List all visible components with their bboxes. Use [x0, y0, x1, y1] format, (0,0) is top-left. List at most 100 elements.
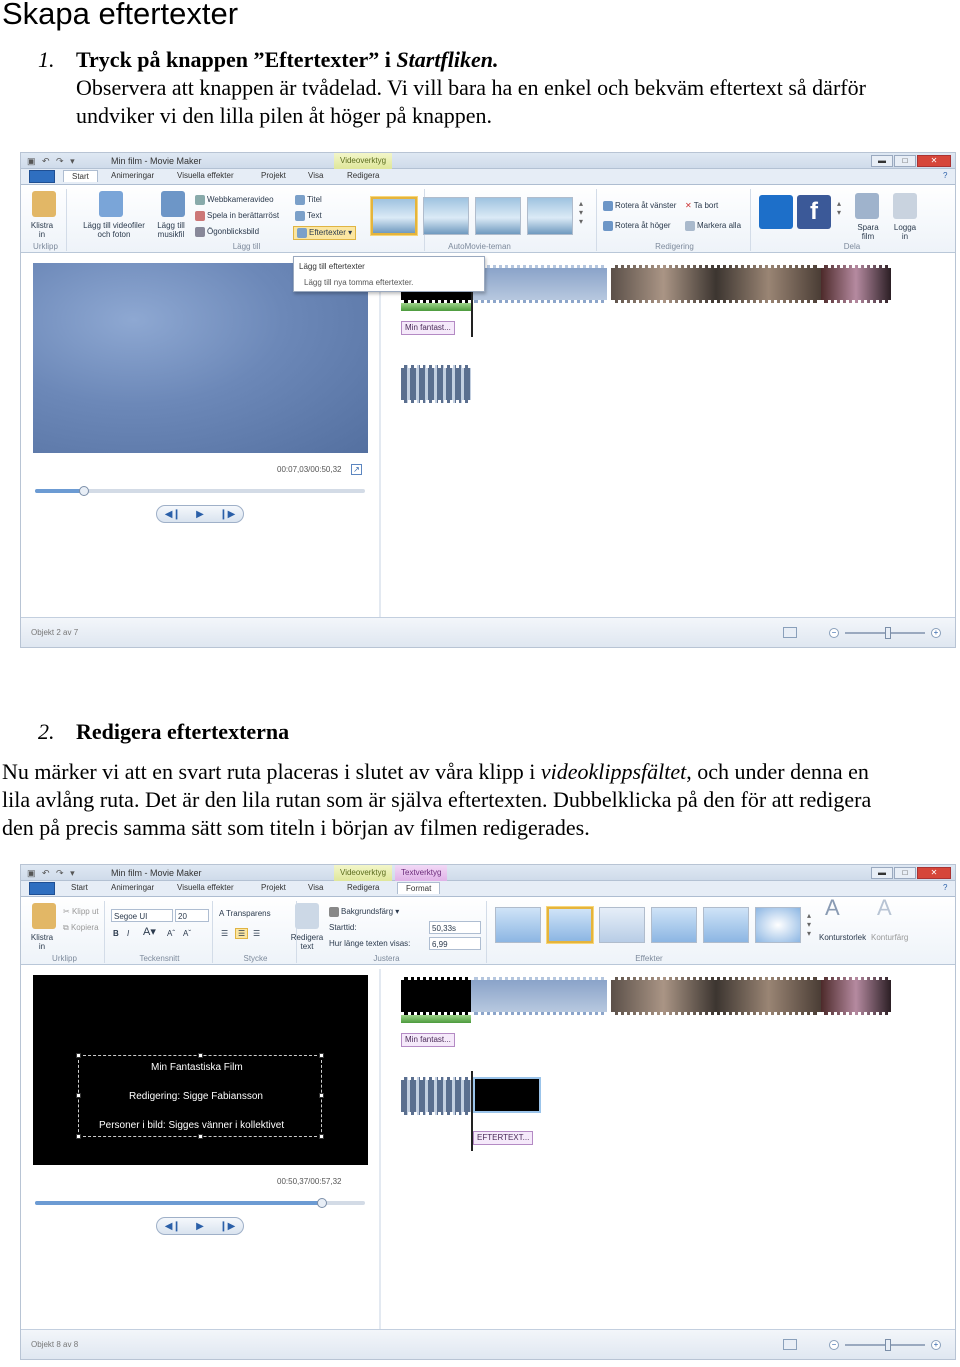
- zoom-out-icon[interactable]: −: [829, 1340, 839, 1350]
- theme-thumbnail[interactable]: [527, 197, 573, 235]
- title-caption-tag[interactable]: Min fantast...: [401, 1033, 455, 1047]
- add-video-button[interactable]: Lägg till videofiler och foton: [79, 221, 149, 239]
- thumbnail-size-icon[interactable]: [783, 627, 797, 638]
- save-movie-button[interactable]: Spara film: [853, 223, 883, 241]
- timeline-clip[interactable]: [821, 977, 891, 1015]
- tab-projekt[interactable]: Projekt: [261, 171, 286, 180]
- timeline-clip[interactable]: [401, 977, 471, 1015]
- tab-format[interactable]: Format: [397, 882, 441, 894]
- next-frame-icon[interactable]: ❙▶: [219, 1221, 235, 1232]
- video-preview[interactable]: Min Fantastiska Film Redigering: Sigge F…: [33, 975, 368, 1165]
- cut-button[interactable]: ✂ Klipp ut: [63, 907, 99, 916]
- next-frame-icon[interactable]: ❙▶: [219, 509, 235, 520]
- zoom-out-icon[interactable]: −: [829, 628, 839, 638]
- effect-thumbnail[interactable]: [755, 907, 801, 943]
- context-tab-textverktyg[interactable]: Textverktyg: [395, 865, 448, 881]
- title-button[interactable]: Titel: [295, 195, 322, 205]
- effect-thumbnail[interactable]: [599, 907, 645, 943]
- font-size-select[interactable]: 20: [175, 909, 209, 922]
- zoom-in-icon[interactable]: +: [931, 628, 941, 638]
- webcam-button[interactable]: Webbkameravideo: [195, 195, 274, 205]
- context-tab-videoverktyg[interactable]: Videoverktyg: [334, 153, 393, 169]
- timeline-clip[interactable]: [611, 265, 821, 303]
- theme-thumbnail[interactable]: [371, 197, 417, 235]
- tab-start[interactable]: Start: [63, 170, 98, 182]
- file-menu-button[interactable]: [29, 882, 55, 895]
- effect-thumbnail[interactable]: [547, 907, 593, 943]
- previous-frame-icon[interactable]: ◀❙: [165, 1221, 181, 1232]
- transparency-button[interactable]: A Transparens: [219, 909, 271, 918]
- effect-thumbnail[interactable]: [703, 907, 749, 943]
- start-time-input[interactable]: 50,33s: [429, 921, 481, 934]
- paste-button[interactable]: Klistra in: [29, 221, 55, 239]
- context-tab-videoverktyg[interactable]: Videoverktyg: [334, 865, 393, 881]
- scroll-themes-icon[interactable]: ▴ ▾ ▾: [579, 199, 583, 226]
- tab-projekt[interactable]: Projekt: [261, 883, 286, 892]
- credits-black-clip[interactable]: [473, 1077, 541, 1113]
- theme-thumbnail[interactable]: [423, 197, 469, 235]
- resize-handle[interactable]: [319, 1053, 324, 1058]
- align-left-button[interactable]: ☰: [221, 929, 228, 938]
- scroll-effects-icon[interactable]: ▴ ▾ ▾: [807, 911, 811, 938]
- timeline-clip[interactable]: [471, 977, 607, 1015]
- timeline-clip[interactable]: [611, 977, 821, 1015]
- tab-redigera[interactable]: Redigera: [347, 883, 379, 892]
- title-caption-tag[interactable]: Min fantast...: [401, 321, 455, 335]
- tab-visa[interactable]: Visa: [308, 883, 323, 892]
- timeline-clip[interactable]: [401, 365, 471, 403]
- resize-handle[interactable]: [76, 1134, 81, 1139]
- rotate-left-button[interactable]: Rotera åt vänster: [603, 201, 676, 211]
- background-color-button[interactable]: Bakgrundsfärg ▾: [329, 907, 399, 917]
- text-button[interactable]: Text: [295, 211, 322, 221]
- tab-animeringar[interactable]: Animeringar: [111, 883, 154, 892]
- font-color-button[interactable]: A▾: [143, 927, 156, 938]
- previous-frame-icon[interactable]: ◀❙: [165, 509, 181, 520]
- narration-button[interactable]: Spela in berättarröst: [195, 211, 279, 221]
- file-menu-button[interactable]: [29, 170, 55, 183]
- duration-select[interactable]: 6,99: [429, 937, 481, 950]
- resize-handle[interactable]: [319, 1093, 324, 1098]
- outline-size-button[interactable]: Konturstorlek: [819, 933, 866, 942]
- resize-handle[interactable]: [76, 1093, 81, 1098]
- share-more-icon[interactable]: ▴ ▾: [837, 199, 841, 217]
- zoom-slider-knob[interactable]: [885, 627, 891, 639]
- paste-button[interactable]: Klistra in: [29, 933, 55, 951]
- quick-access-toolbar[interactable]: ▣ ↶ ↷ ▾: [27, 156, 77, 167]
- resize-handle[interactable]: [319, 1134, 324, 1139]
- timeline-clip[interactable]: [471, 265, 607, 303]
- maximize-icon[interactable]: □: [894, 155, 916, 167]
- italic-button[interactable]: I: [127, 929, 129, 938]
- remove-button[interactable]: ✕ Ta bort: [685, 201, 718, 210]
- resize-handle[interactable]: [198, 1134, 203, 1139]
- copy-button[interactable]: ⧉ Kopiera: [63, 923, 99, 932]
- zoom-in-icon[interactable]: +: [931, 1340, 941, 1350]
- tab-visa[interactable]: Visa: [308, 171, 323, 180]
- timeline-clip[interactable]: [401, 1077, 471, 1115]
- play-icon[interactable]: ▶: [196, 509, 204, 520]
- add-empty-credits-item[interactable]: Lägg till nya tomma eftertexter.: [304, 278, 413, 287]
- help-icon[interactable]: ?: [943, 883, 947, 892]
- close-icon[interactable]: ✕: [917, 867, 951, 879]
- align-right-button[interactable]: ☰: [253, 929, 260, 938]
- expand-preview-icon[interactable]: ↗: [351, 464, 362, 475]
- outline-color-button[interactable]: Konturfärg: [871, 933, 908, 942]
- timeline-clip[interactable]: [821, 265, 891, 303]
- play-icon[interactable]: ▶: [196, 1221, 204, 1232]
- seek-bar[interactable]: [35, 486, 365, 496]
- bold-button[interactable]: B: [113, 929, 119, 938]
- zoom-slider-knob[interactable]: [885, 1339, 891, 1351]
- effect-thumbnail[interactable]: [651, 907, 697, 943]
- tab-visuella-effekter[interactable]: Visuella effekter: [177, 883, 234, 892]
- tab-animeringar[interactable]: Animeringar: [111, 171, 154, 180]
- tab-redigera[interactable]: Redigera: [347, 171, 379, 180]
- shrink-font-button[interactable]: Aˇ: [183, 929, 191, 938]
- help-icon[interactable]: ?: [943, 171, 947, 180]
- close-icon[interactable]: ✕: [917, 155, 951, 167]
- minimize-icon[interactable]: ▬: [871, 867, 893, 879]
- quick-access-toolbar[interactable]: ▣ ↶ ↷ ▾: [27, 868, 77, 879]
- seek-bar[interactable]: [35, 1198, 365, 1208]
- tab-visuella-effekter[interactable]: Visuella effekter: [177, 171, 234, 180]
- credits-button[interactable]: Eftertexter ▾: [293, 226, 357, 240]
- sign-in-button[interactable]: Logga in: [891, 223, 919, 241]
- align-center-button[interactable]: ☰: [235, 928, 249, 939]
